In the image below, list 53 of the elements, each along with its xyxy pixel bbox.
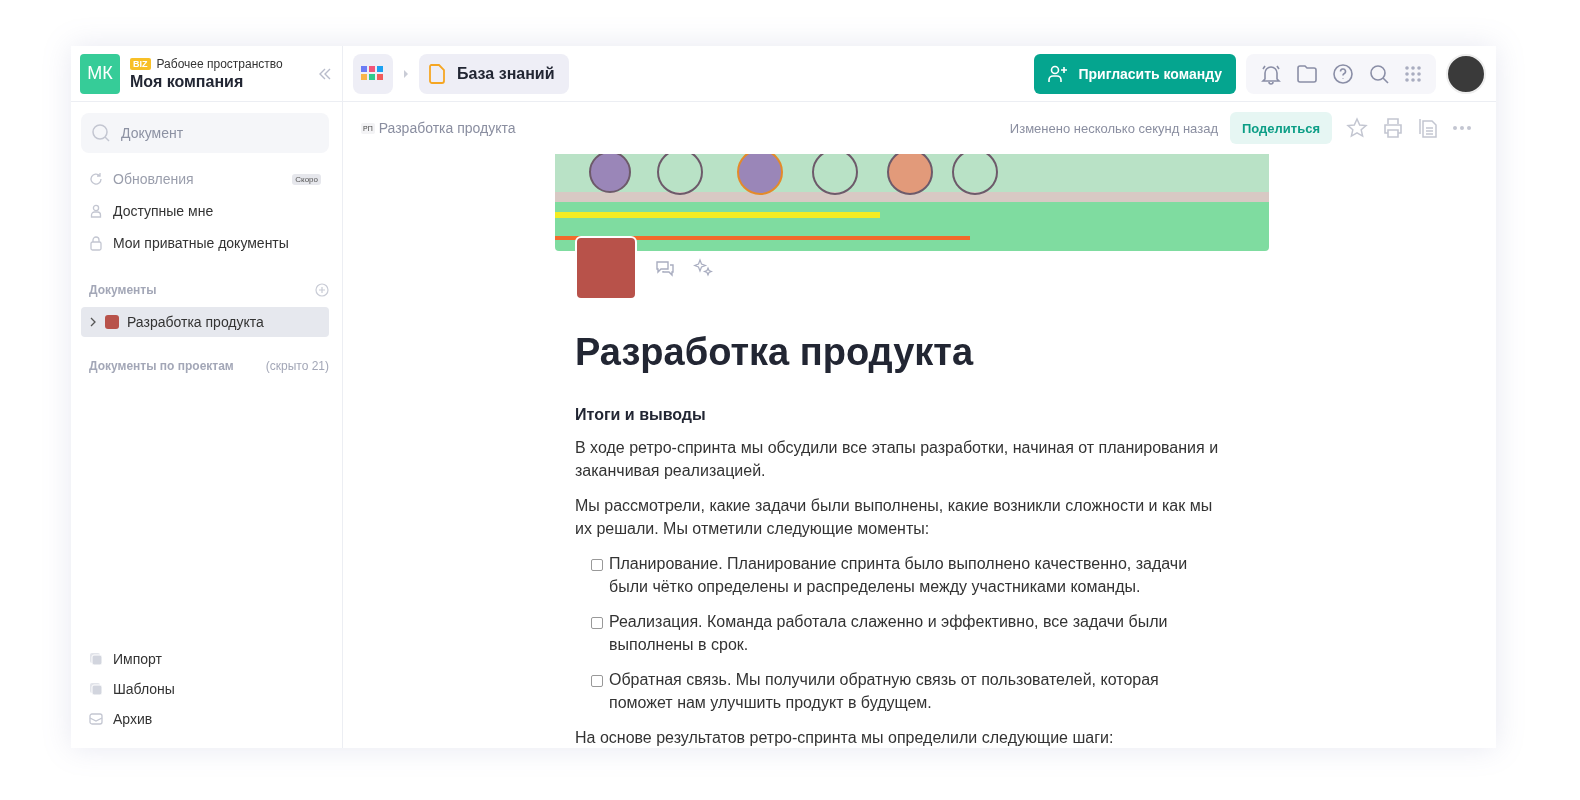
section-heading: Итоги и выводы [575, 406, 707, 424]
copy-icon[interactable] [1418, 117, 1438, 139]
document-title: Разработка продукта [575, 330, 975, 374]
sidebar-link[interactable]: Импорт [81, 644, 329, 674]
section-heading: Документы [89, 283, 157, 297]
chevron-icon[interactable] [89, 317, 97, 327]
modified-time: Изменено несколько секунд назад [1009, 120, 1218, 136]
more-icon[interactable] [1452, 125, 1472, 131]
paragraph: На основе результатов ретро-спринта мы определили следующие шаги: [575, 728, 1115, 748]
checkbox[interactable] [591, 617, 603, 629]
checklist-item: Реализация. Команда работала слаженно и эффективно, все задачи были выполнены в срок. [609, 612, 1169, 655]
nav-item[interactable]: Мои приватные документы [81, 227, 329, 259]
sidebar-link[interactable]: Шаблоны [81, 674, 329, 704]
sidebar-link[interactable]: Архив [81, 704, 329, 734]
help-icon[interactable] [1332, 62, 1354, 85]
person-icon [89, 204, 103, 218]
lock-icon [89, 235, 103, 251]
checkbox[interactable] [591, 675, 603, 687]
add-icon[interactable] [315, 283, 329, 297]
user-avatar[interactable] [1446, 53, 1486, 94]
star-icon[interactable] [1346, 117, 1368, 139]
folder-icon[interactable] [1296, 62, 1318, 85]
checkbox[interactable] [591, 559, 603, 571]
document-icon [429, 63, 445, 84]
paragraph: Мы рассмотрели, какие задачи были выполнены, какие возникли сложности и как мы их решали. Мы отметили следующие моменты: [575, 496, 1214, 539]
document-tree-item[interactable]: Разработка продукта [81, 307, 329, 337]
checklist-item: Планирование. Планирование спринта было выполнено качественно, задачи были чётко определены и распределены между участниками команды. [609, 554, 1189, 597]
stack-icon [89, 652, 103, 666]
sparkle-icon[interactable] [693, 258, 713, 278]
stack-icon [89, 682, 103, 696]
workspace-name[interactable]: Моя компания [130, 72, 308, 91]
nav-item[interactable]: Доступные мне [81, 195, 329, 227]
checklist-item: Обратная связь. Мы получили обратную связь от пользователей, которая поможет нам улучшить продукт в будущем. [609, 670, 1160, 713]
search-icon[interactable] [1368, 62, 1390, 85]
add-user-icon [1048, 64, 1069, 83]
section-heading: Документы по проектам [89, 359, 234, 373]
sticker-placeholder[interactable] [575, 236, 637, 300]
refresh-icon [89, 172, 103, 186]
soon-badge: Скоро [292, 173, 321, 185]
print-icon[interactable] [1382, 117, 1404, 139]
apps-button[interactable] [353, 53, 393, 94]
knowledge-base-tab[interactable]: База знаний [419, 53, 569, 94]
apps-grid-icon [361, 65, 385, 82]
caret-icon [403, 69, 409, 78]
plan-badge: BIZ [130, 57, 151, 70]
grid-icon[interactable] [1404, 64, 1422, 83]
search-field[interactable]: Документ [81, 113, 329, 153]
workspace-label: Рабочее пространство [156, 56, 283, 71]
inbox-icon [89, 713, 103, 725]
paragraph: В ходе ретро-спринта мы обсудили все этапы разработки, начиная от планирования и заканчивая реализацией. [575, 438, 1220, 481]
collapse-icon[interactable] [318, 66, 332, 81]
comment-icon[interactable] [655, 259, 675, 277]
sticker-icon [105, 315, 119, 329]
